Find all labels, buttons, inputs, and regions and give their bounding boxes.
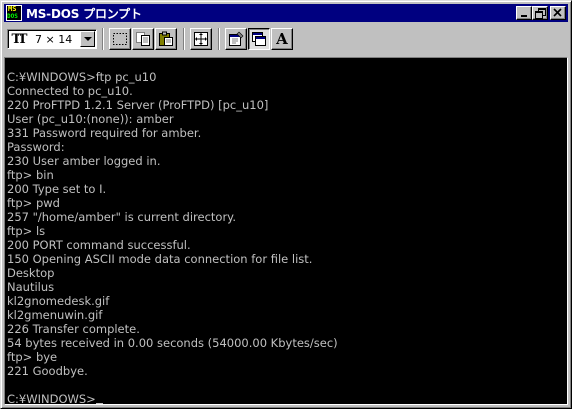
background-icon (252, 32, 266, 46)
chevron-down-icon (83, 37, 92, 41)
console-line: 230 User amber logged in. (7, 154, 161, 168)
console-line: C:¥WINDOWS>ftp pc_u10 (7, 70, 157, 84)
msdos-icon[interactable]: MS DOS (6, 5, 22, 21)
toolbar: TT 7 × 14 A (4, 25, 568, 53)
close-button[interactable] (550, 6, 566, 20)
copy-button[interactable] (132, 28, 154, 50)
copy-icon (136, 32, 150, 46)
window-controls (516, 6, 566, 20)
mark-icon (113, 33, 127, 45)
mark-button[interactable] (109, 28, 131, 50)
console-line: 54 bytes received in 0.00 seconds (54000… (7, 336, 338, 350)
toolbar-separator (218, 28, 220, 50)
console-line: 200 Type set to I. (7, 182, 107, 196)
console-output[interactable]: C:¥WINDOWS>ftp pc_u10 Connected to pc_u10… (4, 57, 568, 405)
restore-icon (535, 11, 543, 19)
console-line: 226 Transfer complete. (7, 322, 140, 336)
properties-button[interactable] (225, 28, 247, 50)
console-line: Connected to pc_u10. (7, 84, 133, 98)
paste-icon (159, 31, 173, 46)
msdos-icon-dos: DOS (7, 13, 18, 20)
command-prompt-line[interactable]: C:¥WINDOWS> (7, 392, 103, 405)
console-line: Nautilus (7, 280, 55, 294)
msdos-icon-ms: MS (8, 5, 17, 13)
minimize-icon (521, 15, 527, 17)
font-size-value: 7 × 14 (35, 32, 73, 46)
console-line: kl2gmenuwin.gif (7, 308, 103, 322)
paste-button[interactable] (155, 28, 177, 50)
command-prompt: C:¥WINDOWS> (7, 392, 96, 405)
msdos-window: MS DOS MS-DOS プロンプト TT 7 × 14 A C:¥WINDO… (0, 0, 572, 409)
font-button[interactable]: A (271, 28, 293, 50)
toolbar-separator (102, 28, 104, 50)
fullscreen-icon (194, 32, 208, 46)
font-icon: A (276, 30, 288, 48)
text-cursor (95, 403, 103, 404)
console-line: ftp> bin (7, 168, 54, 182)
console-line: Password: (7, 140, 65, 154)
console-line: User (pc_u10:(none)): amber (7, 112, 174, 126)
font-size-dropdown-button[interactable] (80, 31, 95, 47)
console-line: 331 Password required for amber. (7, 126, 202, 140)
console-line: 200 PORT command successful. (7, 238, 191, 252)
truetype-icon: TT (11, 31, 28, 47)
minimize-button[interactable] (516, 6, 532, 20)
restore-button[interactable] (532, 6, 548, 20)
console-lines: C:¥WINDOWS>ftp pc_u10 Connected to pc_u10… (7, 70, 338, 378)
fullscreen-button[interactable] (190, 28, 212, 50)
font-size-select[interactable]: TT 7 × 14 (7, 29, 97, 49)
console-line: Desktop (7, 266, 55, 280)
title-bar[interactable]: MS DOS MS-DOS プロンプト (4, 4, 568, 22)
console-line: 220 ProFTPD 1.2.1 Server (ProFTPD) [pc_u… (7, 98, 269, 112)
console-line: 150 Opening ASCII mode data connection f… (7, 252, 313, 266)
console-line: ftp> pwd (7, 196, 60, 210)
close-icon (553, 8, 562, 17)
console-line: ftp> bye (7, 350, 58, 364)
console-line: kl2gnomedesk.gif (7, 294, 110, 308)
toolbar-separator (183, 28, 185, 50)
background-button[interactable] (248, 28, 270, 50)
properties-icon (229, 31, 244, 46)
console-line: ftp> ls (7, 224, 46, 238)
console-line: 221 Goodbye. (7, 364, 88, 378)
window-title: MS-DOS プロンプト (26, 6, 142, 21)
console-line: 257 "/home/amber" is current directory. (7, 210, 236, 224)
